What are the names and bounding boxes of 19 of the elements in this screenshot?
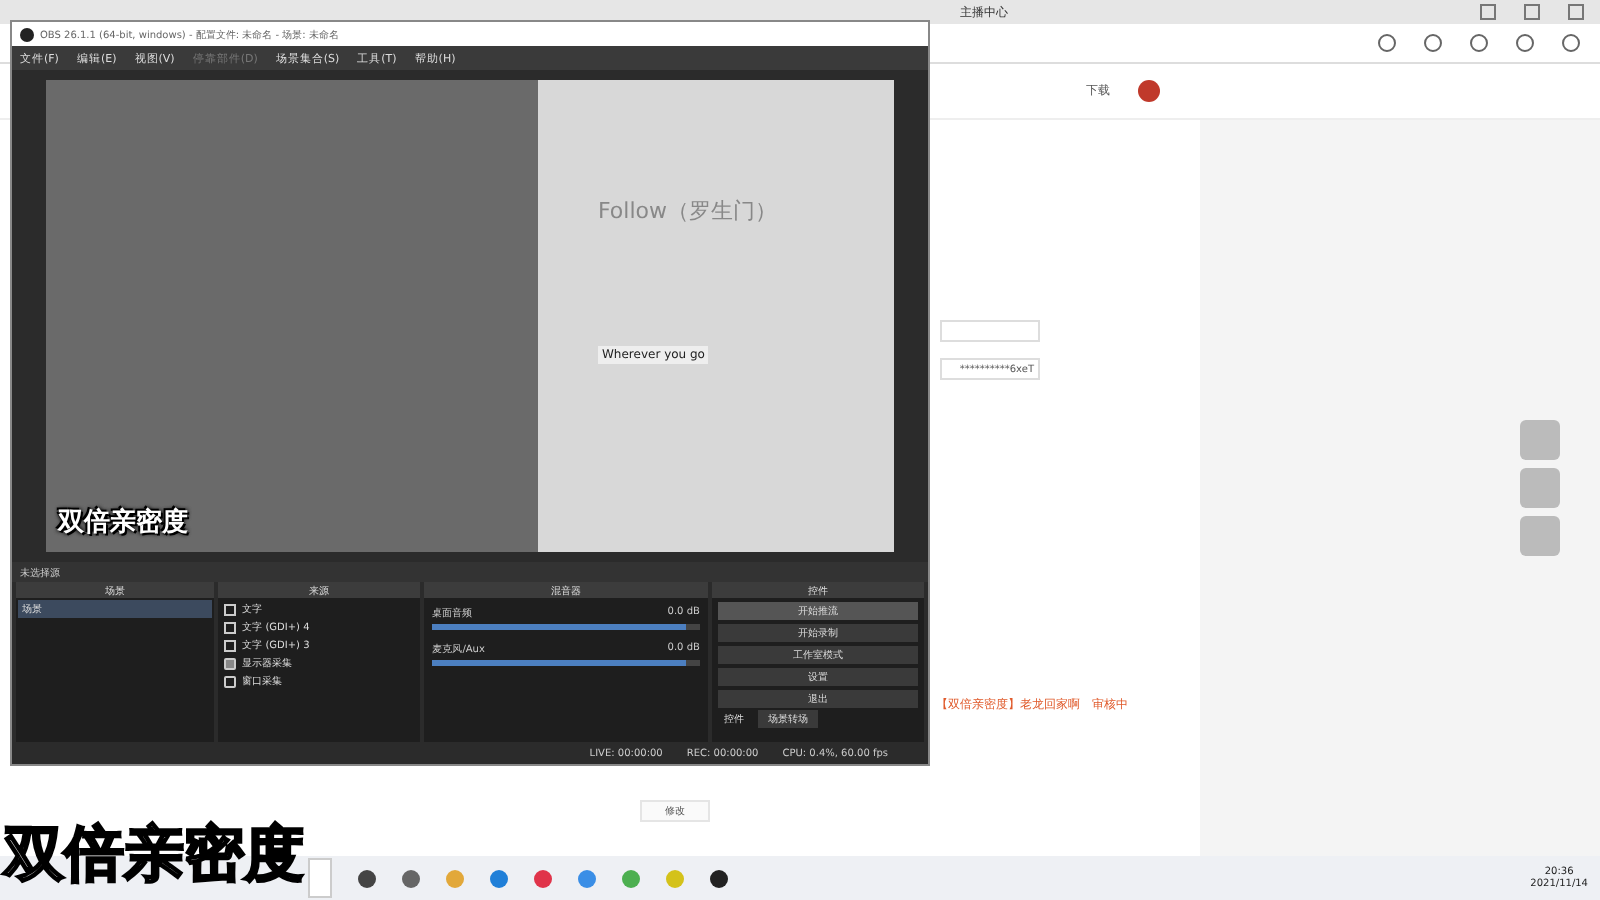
volume-slider[interactable] xyxy=(432,624,700,630)
volume-slider[interactable] xyxy=(432,660,700,666)
toolbar-icon[interactable] xyxy=(1378,34,1396,52)
toolbar-icon[interactable] xyxy=(1470,34,1488,52)
minimize-icon[interactable] xyxy=(1480,4,1496,20)
logo-icon xyxy=(20,27,34,41)
app-icon[interactable] xyxy=(358,869,376,887)
song-title: Follow（罗生门） xyxy=(598,196,780,226)
maximize-icon[interactable] xyxy=(1524,4,1540,20)
app-icon[interactable] xyxy=(710,869,728,887)
avatar-icon[interactable] xyxy=(1138,80,1160,102)
search-field[interactable] xyxy=(308,858,332,898)
input-field[interactable] xyxy=(940,320,1040,342)
caption-text: 双倍亲密度 xyxy=(58,505,188,540)
toolbar-icon[interactable] xyxy=(1516,34,1534,52)
caption-text: 双倍亲密度 xyxy=(4,818,304,894)
toolbar-icon[interactable] xyxy=(1562,34,1580,52)
close-icon[interactable] xyxy=(1568,4,1584,20)
toolbar-icon[interactable] xyxy=(1424,34,1442,52)
